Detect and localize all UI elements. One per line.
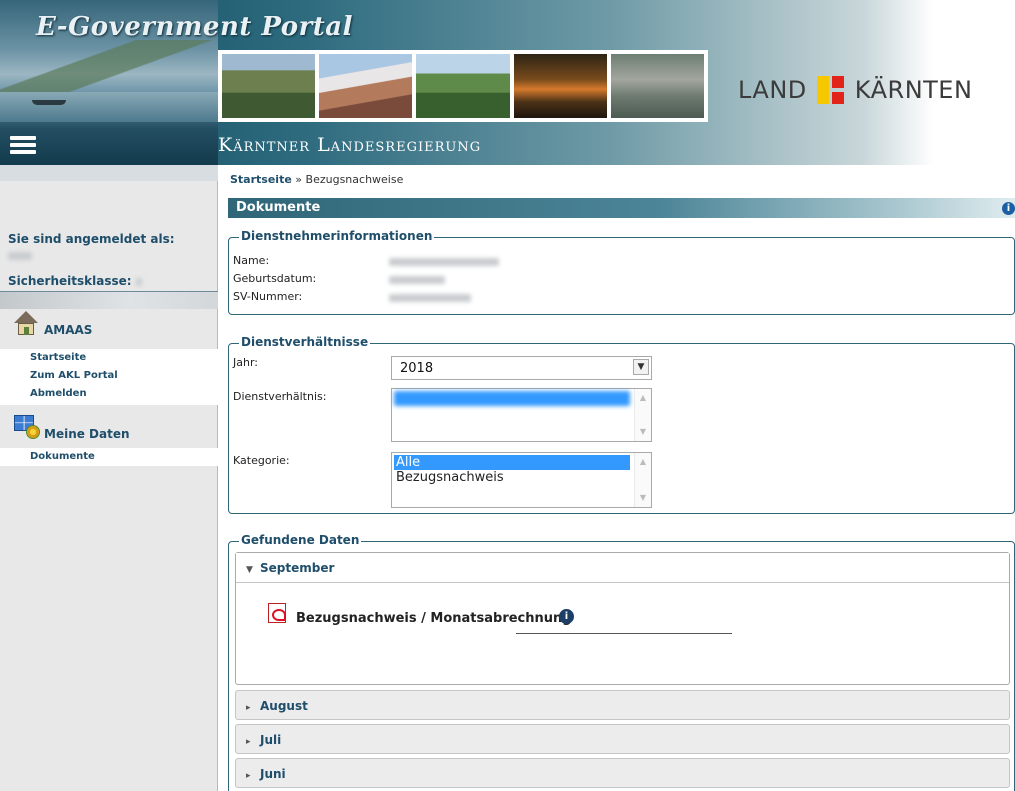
listbox-scrollbar[interactable]: ▲ ▼: [634, 453, 651, 507]
nav-group-label: AMAAS: [44, 323, 93, 337]
month-august-header[interactable]: ▸ August: [236, 691, 1009, 721]
month-august[interactable]: ▸ August: [235, 690, 1010, 720]
info-icon[interactable]: i: [559, 609, 574, 624]
listbox-scrollbar[interactable]: ▲ ▼: [634, 389, 651, 441]
sidebar-item-dokumente[interactable]: Dokumente: [0, 448, 218, 466]
section-title: Dokumente: [236, 200, 321, 215]
birthdate-label: Geburtsdatum:: [233, 272, 317, 285]
triangle-down-icon: ▼: [246, 565, 253, 575]
relation-option-redacted[interactable]: [394, 391, 630, 406]
mountain-shape: [0, 40, 218, 100]
data-icon: [12, 413, 40, 441]
year-select-value: 2018: [400, 361, 434, 376]
main-content: Startseite » Bezugsnachweise Dokumente i…: [228, 165, 1015, 791]
sv-number-value-redacted: [389, 294, 471, 302]
breadcrumb: Startseite » Bezugsnachweise: [230, 173, 403, 186]
relation-label: Dienstverhältnis:: [233, 390, 327, 403]
castle-photo: [222, 54, 316, 118]
nav-group-amaas: AMAAS: [0, 305, 218, 341]
employment-legend: Dienstverhältnisse: [239, 335, 371, 349]
employee-info-legend: Dienstnehmerinformationen: [239, 229, 435, 243]
chevron-down-icon[interactable]: ▼: [633, 359, 649, 375]
info-icon[interactable]: i: [1002, 202, 1015, 215]
login-label: Sie sind angemeldet als:: [8, 232, 175, 246]
scroll-up-icon[interactable]: ▲: [635, 455, 651, 469]
breadcrumb-separator: »: [291, 173, 306, 186]
name-label: Name:: [233, 254, 270, 267]
church-photo: [416, 54, 510, 118]
category-label: Kategorie:: [233, 454, 290, 467]
triangle-right-icon: ▸: [246, 737, 251, 747]
sidebar-item-akl-portal[interactable]: Zum AKL Portal: [0, 367, 218, 385]
month-september-header[interactable]: ▼ September: [236, 553, 1009, 583]
hamburger-menu-icon[interactable]: [10, 136, 36, 160]
link-underline: [516, 633, 732, 634]
sidebar-item-abmelden[interactable]: Abmelden: [0, 385, 218, 403]
home-icon: [12, 311, 40, 337]
name-value-redacted: [389, 258, 499, 266]
employment-fieldset: Dienstverhältnisse Jahr: 2018 ▼ Dienstve…: [228, 335, 1015, 514]
logo-text-right: KÄRNTEN: [854, 76, 973, 104]
scroll-down-icon[interactable]: ▼: [635, 425, 651, 439]
coat-mark-icon: [816, 76, 845, 104]
photo-strip: [218, 50, 708, 122]
year-select[interactable]: 2018 ▼: [391, 356, 652, 380]
triangle-right-icon: ▸: [246, 771, 251, 781]
portal-title: E-Government Portal: [36, 12, 354, 42]
lake-shape: [0, 92, 218, 122]
month-juni-header[interactable]: ▸ Juni: [236, 759, 1009, 789]
nav-group-meine-daten: Meine Daten: [0, 409, 218, 445]
login-user-redacted: [8, 252, 32, 260]
category-option-alle[interactable]: Alle: [394, 455, 630, 470]
scroll-up-icon[interactable]: ▲: [635, 391, 651, 405]
fountain-photo: [610, 54, 705, 118]
sidebar-top-strip: [0, 165, 218, 181]
pdf-icon[interactable]: [268, 603, 286, 623]
employee-info-fieldset: Dienstnehmerinformationen Name: Geburtsd…: [228, 229, 1015, 315]
month-september: ▼ September Bezugsnachweis / Monatsabrech…: [235, 552, 1010, 685]
category-option-bezugsnachweis[interactable]: Bezugsnachweis: [394, 470, 630, 485]
government-title: Kärntner Landesregierung: [218, 134, 482, 156]
security-class-redacted: [135, 277, 142, 286]
sidebar: Sie sind angemeldet als: Sicherheitsklas…: [0, 165, 218, 791]
category-listbox[interactable]: Alle Bezugsnachweis ▲ ▼: [391, 452, 652, 508]
security-class-label: Sicherheitsklasse:: [8, 274, 142, 288]
nav-list-amaas: Startseite Zum AKL Portal Abmelden: [0, 349, 218, 405]
nav-group-label: Meine Daten: [44, 427, 130, 441]
breadcrumb-home-link[interactable]: Startseite: [230, 173, 292, 186]
month-juli[interactable]: ▸ Juli: [235, 724, 1010, 754]
boat-shape: [32, 100, 66, 105]
nav-list-meine-daten: Dokumente: [0, 448, 218, 466]
logo-text-left: LAND: [738, 76, 807, 104]
document-link[interactable]: Bezugsnachweis / Monatsabrechnung: [296, 611, 572, 626]
sidebar-item-startseite[interactable]: Startseite: [0, 349, 218, 367]
scroll-down-icon[interactable]: ▼: [635, 491, 651, 505]
results-legend: Gefundene Daten: [239, 533, 362, 547]
month-juni[interactable]: ▸ Juni: [235, 758, 1010, 788]
mountain-photo: [319, 54, 413, 118]
header-banner: E-Government Portal LAND KÄRNTEN Kärntne…: [0, 0, 1015, 165]
results-fieldset: Gefundene Daten ▼ September Bezugsnachwei…: [228, 533, 1015, 791]
sv-number-label: SV-Nummer:: [233, 290, 303, 303]
month-juli-header[interactable]: ▸ Juli: [236, 725, 1009, 755]
ruin-photo: [513, 54, 607, 118]
relation-listbox[interactable]: ▲ ▼: [391, 388, 652, 442]
land-kaernten-logo: LAND KÄRNTEN: [738, 76, 972, 104]
birthdate-value-redacted: [389, 276, 445, 284]
triangle-right-icon: ▸: [246, 703, 251, 713]
section-header: Dokumente: [228, 198, 1015, 218]
year-label: Jahr:: [233, 356, 258, 369]
breadcrumb-current: Bezugsnachweise: [305, 173, 404, 186]
